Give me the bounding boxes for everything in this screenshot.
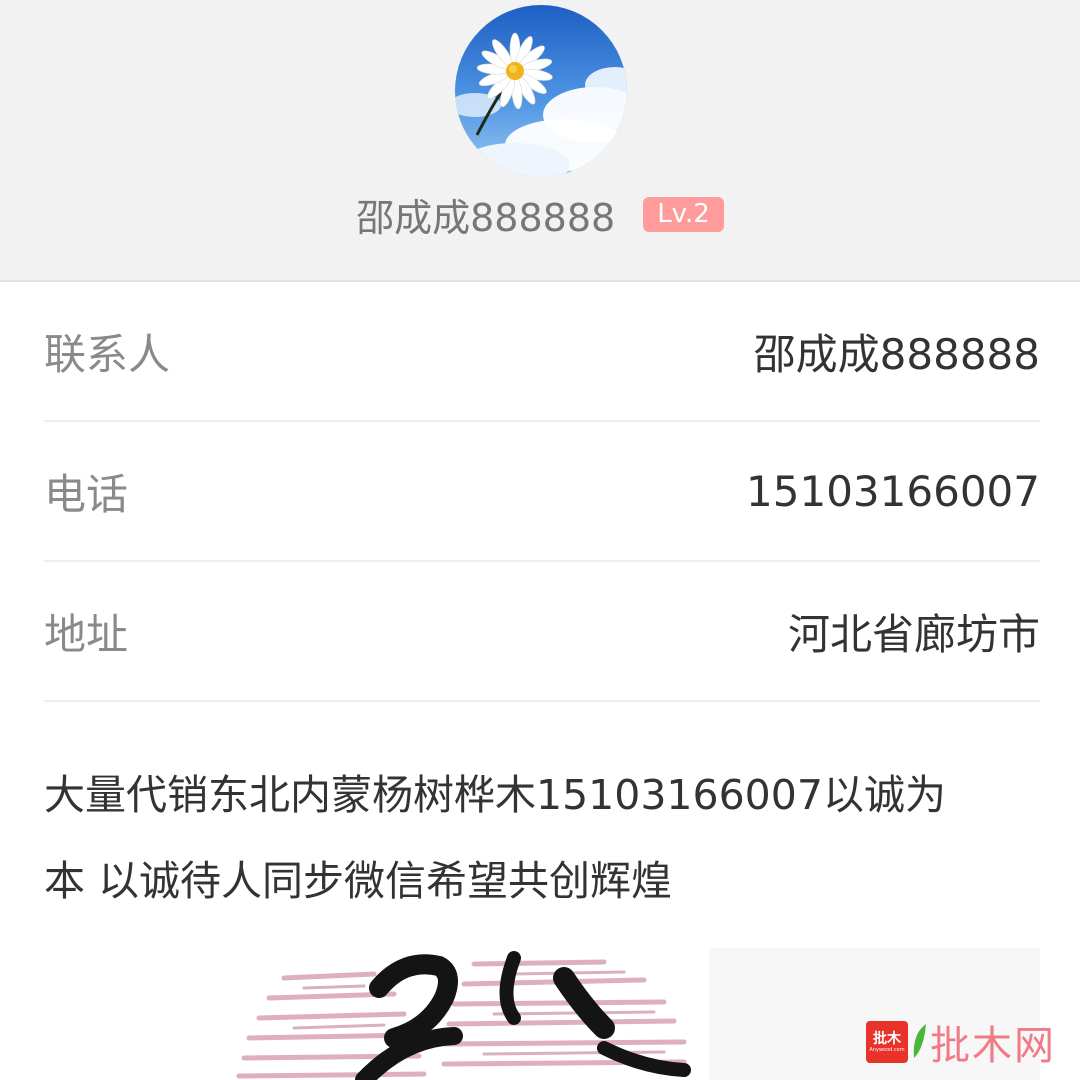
contact-person-label: 联系人 [44, 329, 171, 379]
watermark-logo-url: Anywood.com [869, 1046, 905, 1053]
level-badge: Lv.2 [643, 196, 724, 232]
site-watermark: 批木 Anywood.com 批木网 [866, 1018, 1062, 1069]
watermark-logo-text: 批木 [873, 1030, 901, 1047]
name-row: 邵成成888888 Lv.2 [0, 186, 1080, 242]
leaf-icon [913, 1024, 926, 1058]
phone-row[interactable]: 电话 15103166007 [44, 422, 1040, 562]
watermark-text: 批木网 [930, 1023, 1056, 1069]
avatar[interactable] [455, 5, 627, 177]
user-name: 邵成成888888 [356, 195, 616, 240]
phone-value[interactable]: 15103166007 [746, 467, 1040, 516]
contact-person-value: 邵成成888888 [753, 329, 1040, 379]
description-text: 大量代销东北内蒙杨树桦木15103166007以诚为本 以诚待人同步微信希望共创… [44, 752, 1040, 924]
description-line-1: 大量代销东北内蒙杨树桦木15103166007以诚为 [44, 771, 946, 819]
profile-header: 邵成成888888 Lv.2 [0, 0, 1080, 282]
profile-page: 邵成成888888 Lv.2 联系人 邵成成888888 电话 15103166… [0, 0, 1080, 1080]
avatar-daisy-image [455, 5, 627, 177]
address-label: 地址 [44, 609, 129, 659]
phone-label: 电话 [44, 469, 129, 519]
contact-info-list: 联系人 邵成成888888 电话 15103166007 地址 河北省廊坊市 [44, 282, 1040, 702]
description-line-2: 本 以诚待人同步微信希望共创辉煌 [44, 857, 673, 905]
contact-person-row: 联系人 邵成成888888 [44, 282, 1040, 422]
watermark-logo: 批木 Anywood.com [866, 1021, 908, 1063]
address-row: 地址 河北省廊坊市 [44, 562, 1040, 702]
address-value: 河北省廊坊市 [787, 609, 1040, 659]
